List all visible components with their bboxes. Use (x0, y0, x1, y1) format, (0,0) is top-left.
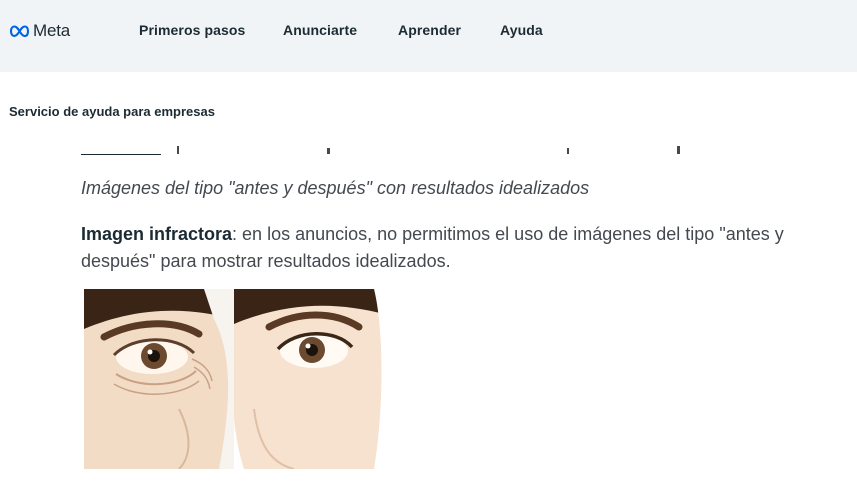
nav-item-primeros-pasos[interactable]: Primeros pasos (139, 22, 245, 38)
meta-infinity-icon (9, 25, 30, 37)
violation-label: Imagen infractora (81, 224, 233, 244)
nav-item-aprender[interactable]: Aprender (398, 22, 461, 38)
before-after-image (84, 289, 384, 469)
clipped-glyph-fragments (177, 146, 680, 154)
image-caption: Imágenes del tipo "antes y después" con … (81, 178, 590, 198)
help-center-title[interactable]: Servicio de ayuda para empresas (9, 104, 215, 119)
meta-logo[interactable]: Meta (9, 20, 70, 42)
nav-item-ayuda[interactable]: Ayuda (500, 22, 543, 38)
logo-text: Meta (33, 21, 70, 40)
violation-description: Imagen infractora: en los anuncios, no p… (81, 221, 851, 275)
nav-item-anunciarte[interactable]: Anunciarte (283, 22, 357, 38)
before-face-image (84, 289, 234, 469)
after-face-image (234, 289, 384, 469)
clipped-text-line (81, 136, 701, 156)
top-navigation: Meta Primeros pasos Anunciarte Aprender … (0, 0, 857, 72)
